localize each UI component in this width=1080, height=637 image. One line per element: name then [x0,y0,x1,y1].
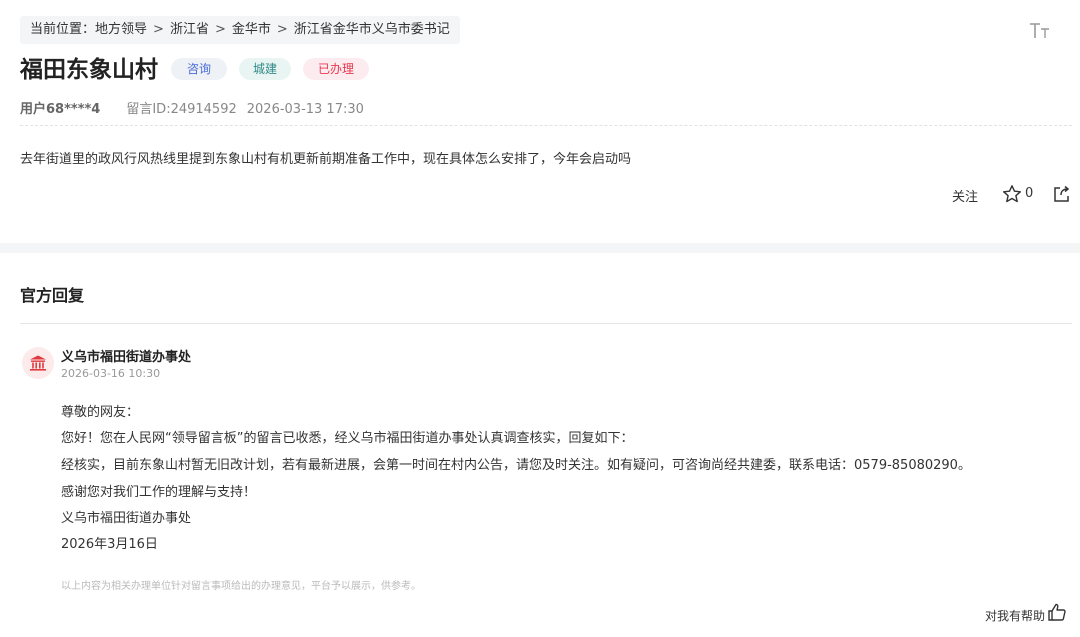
reply-line: 您好！您在人民网“领导留言板”的留言已收悉，经义乌市福田街道办事处认真调查核实，… [61,431,634,446]
breadcrumb-separator: > [214,22,226,37]
reply-date: 2026-03-16 10:30 [61,367,161,380]
reply-line: 义乌市福田街道办事处 [61,511,192,526]
reply-org-name: 义乌市福田街道办事处 [61,350,192,365]
breadcrumb-prefix: 当前位置： [30,22,96,37]
helpful-button[interactable]: 对我有帮助 [985,607,1045,624]
reply-line: 经核实，目前东象山村暂无旧改计划，若有最新进展，会第一时间在村内公告，请您及时关… [61,458,971,473]
divider [20,125,1072,126]
reply-heading: 官方回复 [20,286,85,305]
breadcrumb: 当前位置：地方领导 > 浙江省 > 金华市 > 浙江省金华市义乌市委书记 [20,16,460,44]
message-id: 留言ID:24914592 [126,102,237,117]
star-count: 0 [1025,186,1034,201]
breadcrumb-item-yiwu-secretary[interactable]: 浙江省金华市义乌市委书记 [294,22,450,37]
message-meta: 用户68****4 留言ID:24914592 2026-03-13 17:30 [20,98,364,117]
disclaimer: 以上内容为相关办理单位针对留言事项给出的办理意见，平台予以展示，供参考。 [61,581,421,592]
font-size-icon[interactable] [1029,21,1051,41]
reply-line: 感谢您对我们工作的理解与支持！ [61,485,257,500]
breadcrumb-separator: > [276,22,288,37]
share-icon[interactable] [1052,185,1071,204]
page-title: 福田东象山村 [20,57,158,83]
reply-line: 2026年3月16日 [61,537,158,552]
divider [20,323,1072,324]
follow-button[interactable]: 关注 [952,186,978,205]
section-separator [0,243,1080,253]
avatar [22,347,54,379]
breadcrumb-item-zhejiang[interactable]: 浙江省 [170,22,209,37]
reply-line: 尊敬的网友： [61,405,140,420]
message-content: 去年街道里的政风行风热线里提到东象山村有机更新前期准备工作中，现在具体怎么安排了… [20,152,632,167]
breadcrumb-item-jinhua[interactable]: 金华市 [232,22,271,37]
status-badge: 已办理 [303,58,369,80]
tag-urban-construction: 城建 [239,58,291,80]
star-icon[interactable] [1002,184,1022,204]
breadcrumb-separator: > [153,22,164,37]
user-name: 用户68****4 [20,102,101,117]
tag-consult: 咨询 [171,58,227,80]
message-datetime: 2026-03-13 17:30 [246,102,364,117]
breadcrumb-item-local-leaders[interactable]: 地方领导 [95,22,147,37]
thumbs-up-icon[interactable] [1047,602,1067,622]
